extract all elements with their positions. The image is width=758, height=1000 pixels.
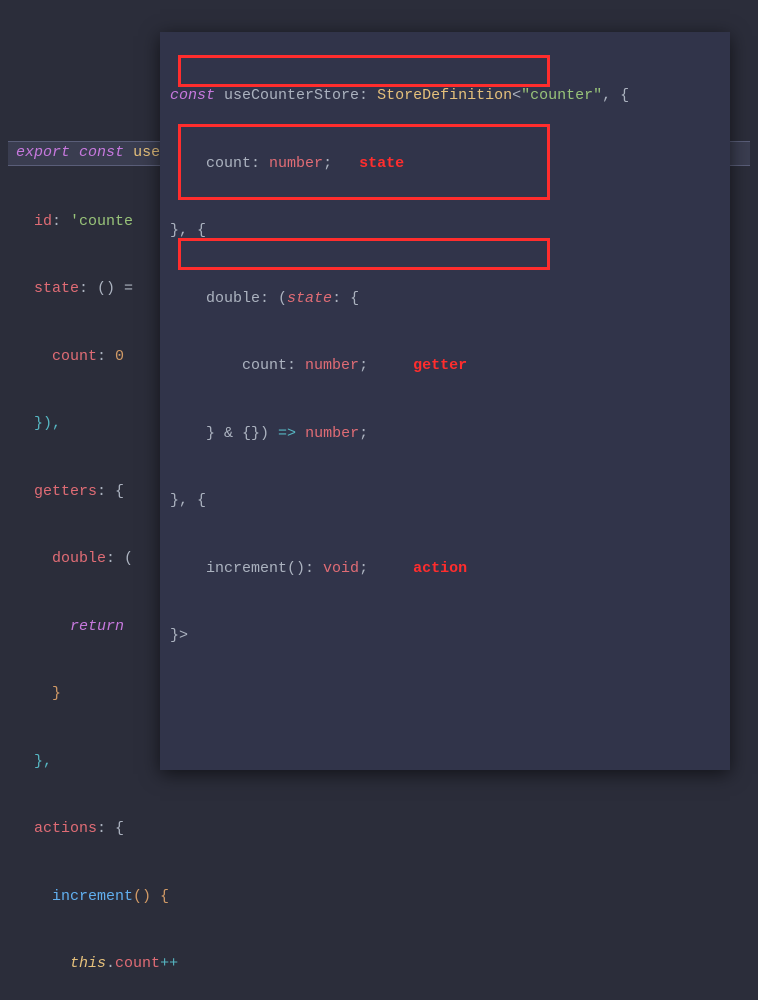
tooltip-line: }, { xyxy=(170,490,720,513)
tooltip-line: } & {}) => number; xyxy=(170,423,720,446)
tooltip-line: const useCounterStore: StoreDefinition<"… xyxy=(170,85,720,108)
code-line[interactable]: increment() { xyxy=(8,886,750,909)
highlight-box-action xyxy=(178,238,550,270)
code-line[interactable]: this.count++ xyxy=(8,953,750,976)
tooltip-line: count: number; state xyxy=(170,153,720,176)
tooltip-line: count: number; getter xyxy=(170,355,720,378)
tooltip-line: double: (state: { xyxy=(170,288,720,311)
type-hint-tooltip: const useCounterStore: StoreDefinition<"… xyxy=(160,32,730,770)
tooltip-line: }, { xyxy=(170,220,720,243)
code-line[interactable]: actions: { xyxy=(8,818,750,841)
annotation-state: state xyxy=(359,155,404,172)
highlight-box-state xyxy=(178,55,550,87)
keyword-export: export xyxy=(16,144,70,161)
tooltip-line: }> xyxy=(170,625,720,648)
annotation-getter: getter xyxy=(413,357,467,374)
annotation-action: action xyxy=(413,560,467,577)
tooltip-line: increment(): void; action xyxy=(170,558,720,581)
keyword-const: const xyxy=(79,144,124,161)
